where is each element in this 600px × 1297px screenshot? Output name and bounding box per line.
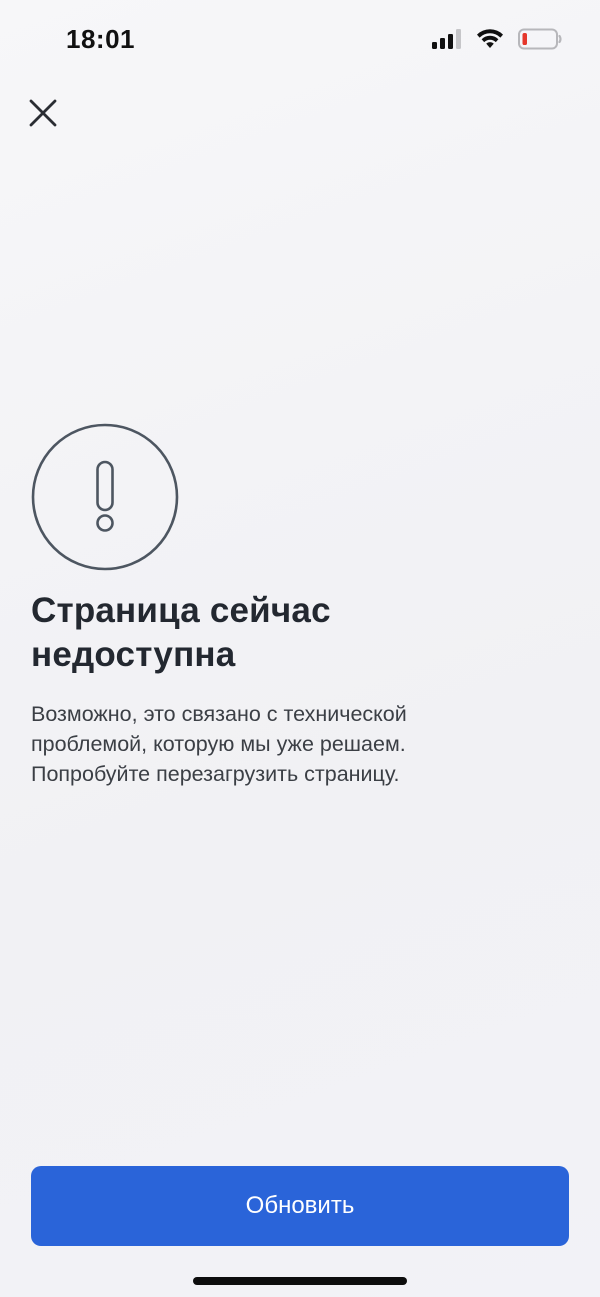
error-description-line-2: проблемой, которую мы уже решаем. bbox=[31, 732, 406, 756]
close-button[interactable] bbox=[22, 94, 64, 136]
status-icons bbox=[432, 28, 562, 54]
refresh-button[interactable]: Обновить bbox=[31, 1166, 569, 1246]
error-description: Возможно, это связано с технической проб… bbox=[31, 699, 551, 789]
cellular-signal-icon bbox=[432, 28, 462, 54]
error-title-line-1: Страница сейчас bbox=[31, 591, 331, 630]
exclamation-circle-icon bbox=[31, 423, 571, 571]
error-content: Страница сейчас недоступна Возможно, это… bbox=[31, 423, 571, 789]
error-description-line-1: Возможно, это связано с технической bbox=[31, 702, 407, 726]
error-title: Страница сейчас недоступна bbox=[31, 589, 571, 677]
wifi-icon bbox=[476, 28, 504, 54]
home-indicator[interactable] bbox=[193, 1277, 407, 1285]
status-time: 18:01 bbox=[66, 24, 135, 54]
error-description-line-3: Попробуйте перезагрузить страницу. bbox=[31, 762, 400, 786]
error-title-line-2: недоступна bbox=[31, 635, 236, 674]
status-bar: 18:01 bbox=[0, 0, 600, 80]
close-icon bbox=[28, 98, 58, 133]
battery-low-icon bbox=[518, 28, 562, 55]
refresh-button-label: Обновить bbox=[245, 1192, 355, 1219]
